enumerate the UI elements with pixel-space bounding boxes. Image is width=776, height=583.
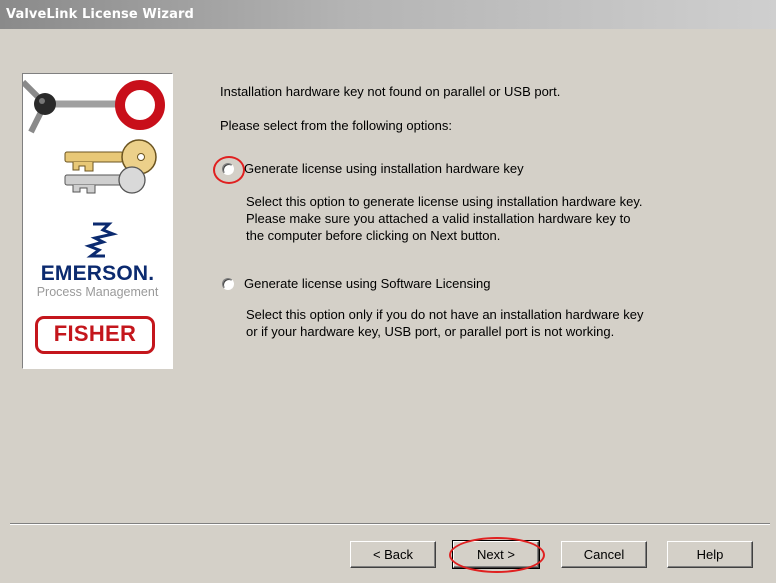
button-divider (10, 523, 770, 525)
emerson-logo-text: EMERSON. (40, 262, 155, 285)
logo-panel: EMERSON. Process Management FISHER (22, 73, 173, 369)
cancel-button[interactable]: Cancel (561, 541, 647, 568)
next-button[interactable]: Next > (452, 540, 540, 569)
help-button[interactable]: Help (667, 541, 753, 568)
option-software-licensing-label[interactable]: Generate license using Software Licensin… (244, 276, 490, 291)
option-software-licensing-radio[interactable] (222, 278, 234, 290)
back-button[interactable]: < Back (350, 541, 436, 568)
emerson-division-text: Process Management (36, 285, 159, 299)
option-hardware-key-label[interactable]: Generate license using installation hard… (244, 161, 524, 176)
license-wizard-window: ValveLink License Wizard EMERSON. Proces… (0, 0, 776, 583)
option-hardware-key-radio[interactable] (222, 163, 234, 175)
fisher-logo-text: FISHER (53, 321, 137, 346)
emerson-mark-icon (84, 222, 119, 258)
option-hardware-key-desc-line-2: Please make sure you attached a valid in… (246, 211, 631, 226)
option-software-licensing-desc-line-1: Select this option only if you do not ha… (246, 307, 644, 322)
window-title: ValveLink License Wizard (0, 0, 776, 29)
option-hardware-key-desc-line-1: Select this option to generate license u… (246, 194, 643, 209)
option-software-licensing-desc-line-2: or if your hardware key, USB port, or pa… (246, 324, 615, 339)
options-prompt: Please select from the following options… (220, 118, 452, 133)
key-icon (64, 139, 157, 194)
molecule-icon (23, 79, 165, 134)
status-message: Installation hardware key not found on p… (220, 84, 561, 99)
fisher-logo: FISHER (35, 316, 155, 354)
option-hardware-key-desc-line-3: the computer before clicking on Next but… (246, 228, 501, 243)
